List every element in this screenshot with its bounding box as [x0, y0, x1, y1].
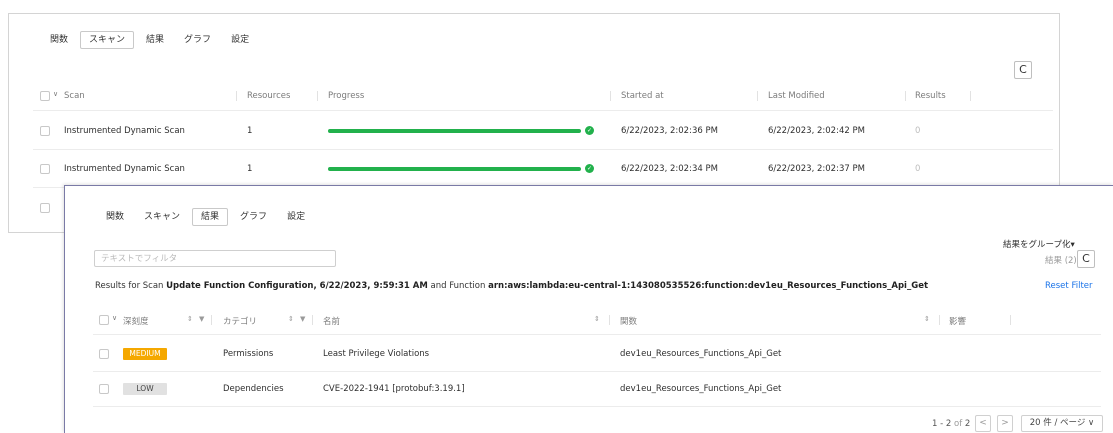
- results-description: Results for Scan Update Function Configu…: [95, 281, 928, 291]
- tab-settings[interactable]: 設定: [279, 208, 313, 226]
- results-count: 0: [915, 164, 921, 174]
- column-divider: [905, 91, 906, 101]
- row-checkbox[interactable]: [99, 349, 109, 359]
- tab-functions[interactable]: 関数: [42, 31, 76, 49]
- finding-name: CVE-2022-1941 [protobuf:3.19.1]: [323, 384, 465, 394]
- column-header-results[interactable]: Results: [915, 91, 946, 101]
- results-desc-scan: Update Function Configuration, 6/22/2023…: [166, 281, 428, 291]
- tab-results[interactable]: 結果: [192, 208, 229, 226]
- sort-icon[interactable]: ⇕: [594, 315, 600, 323]
- column-divider: [312, 315, 313, 325]
- last-modified: 6/22/2023, 2:02:37 PM: [768, 164, 865, 174]
- column-header-progress[interactable]: Progress: [328, 91, 364, 101]
- row-divider: [93, 371, 1101, 372]
- column-divider: [1010, 315, 1011, 325]
- severity-badge: LOW: [123, 383, 167, 395]
- column-divider: [610, 91, 611, 101]
- select-all-checkbox[interactable]: [99, 315, 109, 325]
- results-desc-prefix: Results for Scan: [95, 281, 164, 291]
- results-desc-function: arn:aws:lambda:eu-central-1:143080535526…: [488, 281, 929, 291]
- select-all-checkbox[interactable]: [40, 91, 50, 101]
- category: Permissions: [223, 349, 274, 359]
- column-divider: [609, 315, 610, 325]
- scan-name: Instrumented Dynamic Scan: [64, 164, 185, 174]
- last-modified: 6/22/2023, 2:02:42 PM: [768, 126, 865, 136]
- check-icon: ✓: [585, 126, 594, 135]
- started-at: 6/22/2023, 2:02:34 PM: [621, 164, 718, 174]
- results-panel: 関数 スキャン 結果 グラフ 設定 結果をグループ化▾ 結果 (2) C Res…: [64, 185, 1113, 433]
- category: Dependencies: [223, 384, 284, 394]
- row-checkbox[interactable]: [40, 203, 50, 213]
- tab-graph[interactable]: グラフ: [232, 208, 275, 226]
- row-checkbox[interactable]: [40, 164, 50, 174]
- results-count-label: 結果 (2): [1045, 256, 1077, 266]
- resources-count: 1: [247, 164, 253, 174]
- scans-tab-bar: 関数 スキャン 結果 グラフ 設定: [42, 31, 261, 49]
- column-header-resources[interactable]: Resources: [247, 91, 290, 101]
- row-divider: [33, 149, 1053, 150]
- results-desc-mid: and Function: [430, 281, 486, 291]
- column-header-severity[interactable]: 深刻度: [123, 315, 149, 327]
- pagination-total: 2: [964, 419, 971, 429]
- column-divider: [236, 91, 237, 101]
- tab-scans[interactable]: スキャン: [80, 31, 135, 49]
- function-name: dev1eu_Resources_Functions_Api_Get: [620, 349, 782, 359]
- pagination-range: 1 - 2 of 2: [932, 419, 970, 429]
- refresh-icon[interactable]: C: [1014, 61, 1032, 79]
- sort-icon[interactable]: ⇕: [187, 315, 193, 323]
- column-divider: [970, 91, 971, 101]
- column-header-category[interactable]: カテゴリ: [223, 315, 257, 327]
- prev-page-button[interactable]: <: [975, 415, 991, 432]
- filter-icon[interactable]: ▼: [199, 315, 204, 323]
- started-at: 6/22/2023, 2:02:36 PM: [621, 126, 718, 136]
- column-header-scan[interactable]: Scan: [64, 91, 85, 101]
- column-divider: [317, 91, 318, 101]
- column-header-function[interactable]: 関数: [620, 315, 637, 327]
- results-tab-bar: 関数 スキャン 結果 グラフ 設定: [98, 208, 317, 226]
- reset-filter-link[interactable]: Reset Filter: [1045, 281, 1093, 291]
- tab-graph[interactable]: グラフ: [176, 31, 219, 49]
- chevron-down-icon[interactable]: ∨: [53, 90, 58, 98]
- next-page-button[interactable]: >: [997, 415, 1013, 432]
- sort-icon[interactable]: ⇕: [288, 315, 294, 323]
- column-divider: [939, 315, 940, 325]
- tab-scans[interactable]: スキャン: [136, 208, 188, 226]
- chevron-down-icon[interactable]: ∨: [112, 314, 117, 322]
- finding-name: Least Privilege Violations: [323, 349, 430, 359]
- progress-bar: [328, 129, 581, 133]
- severity-badge: MEDIUM: [123, 348, 167, 360]
- refresh-icon[interactable]: C: [1077, 250, 1095, 268]
- tab-results[interactable]: 結果: [138, 31, 172, 49]
- scan-name: Instrumented Dynamic Scan: [64, 126, 185, 136]
- filter-input[interactable]: [94, 250, 336, 267]
- group-by-dropdown[interactable]: 結果をグループ化▾: [1003, 238, 1075, 250]
- column-header-impact[interactable]: 影響: [949, 315, 966, 327]
- pagination-range-value: 1 - 2: [932, 419, 952, 429]
- column-divider: [757, 91, 758, 101]
- results-count: 0: [915, 126, 921, 136]
- tab-settings[interactable]: 設定: [223, 31, 257, 49]
- resources-count: 1: [247, 126, 253, 136]
- row-checkbox[interactable]: [99, 384, 109, 394]
- sort-icon[interactable]: ⇕: [924, 315, 930, 323]
- function-name: dev1eu_Resources_Functions_Api_Get: [620, 384, 782, 394]
- page-size-select[interactable]: 20 件 / ページ ∨: [1021, 415, 1103, 432]
- row-divider: [33, 110, 1053, 111]
- pagination-of: of: [954, 419, 963, 429]
- column-divider: [211, 315, 212, 325]
- tab-functions[interactable]: 関数: [98, 208, 132, 226]
- column-header-last-modified[interactable]: Last Modified: [768, 91, 825, 101]
- filter-icon[interactable]: ▼: [300, 315, 305, 323]
- progress-bar: [328, 167, 581, 171]
- column-header-name[interactable]: 名前: [323, 315, 340, 327]
- row-divider: [93, 406, 1101, 407]
- row-checkbox[interactable]: [40, 126, 50, 136]
- row-divider: [93, 334, 1101, 335]
- check-icon: ✓: [585, 164, 594, 173]
- column-header-started-at[interactable]: Started at: [621, 91, 664, 101]
